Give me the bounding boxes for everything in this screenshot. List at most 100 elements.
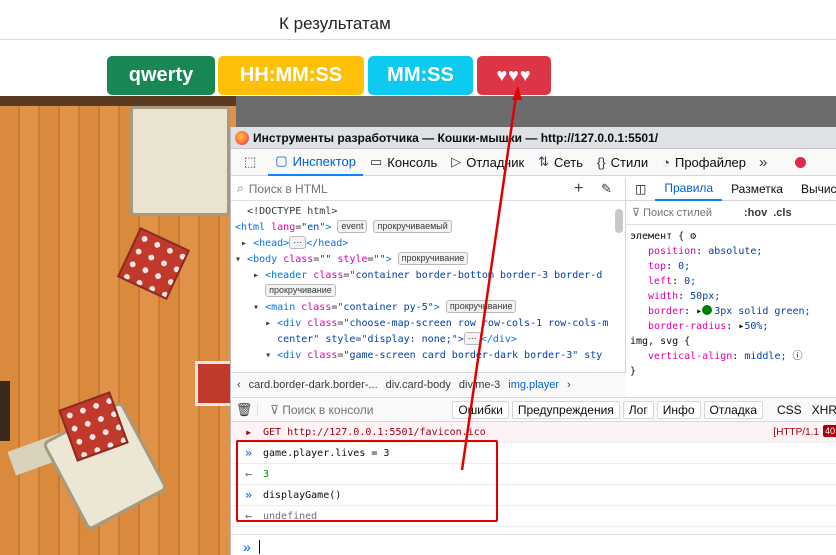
breadcrumb-item[interactable]: div.card-body: [386, 379, 451, 391]
tab-computed[interactable]: Вычис: [792, 177, 836, 201]
filter-xhr-button[interactable]: XHR: [812, 403, 836, 417]
decl-vertical-align[interactable]: vertical-align: middle; ⓘ: [630, 349, 836, 364]
http-status[interactable]: [HTTP/1.1: [773, 427, 819, 438]
body-scroll-badge[interactable]: прокручивание: [397, 252, 469, 265]
breadcrumb-forward-icon[interactable]: ›: [567, 379, 571, 391]
decl-prop: border-radius: [648, 321, 727, 332]
decl-val: 0;: [684, 276, 697, 287]
decl-prop: border: [648, 306, 685, 317]
back-to-results-link[interactable]: К результатам: [279, 14, 391, 34]
decl-left[interactable]: left: 0;: [630, 274, 836, 289]
div1-continued: center" style="display: none;">: [277, 334, 464, 345]
tab-styles[interactable]: {} Стили: [590, 149, 655, 176]
tree-line-div1[interactable]: ▸ <div class="choose-map-screen row row-…: [235, 316, 625, 332]
error-count-icon[interactable]: [795, 156, 807, 168]
main-scroll-badge[interactable]: прокручивание: [445, 300, 517, 313]
filter-warnings-button[interactable]: Предупреждения: [511, 400, 620, 419]
breadcrumb-item-selected[interactable]: img.player: [508, 379, 559, 391]
trash-icon[interactable]: 🗑: [231, 402, 257, 418]
div1-class-value: choose-map-screen row row-cols-1 row-col…: [349, 318, 609, 329]
short-timer-badge: MM:SS: [368, 56, 473, 95]
tab-network[interactable]: ⇅ Сеть: [531, 149, 590, 176]
decl-width[interactable]: width: 50px;: [630, 289, 836, 304]
doorway: [0, 381, 10, 441]
tree-line-body[interactable]: ▾ <body class="" style=""> прокручивание: [235, 252, 625, 268]
add-node-icon[interactable]: +: [574, 180, 583, 198]
breadcrumb-back-icon[interactable]: ‹: [237, 379, 241, 391]
tree-line-head[interactable]: ▸ <head> ⋯ </head>: [235, 236, 625, 252]
styles-icon: {}: [596, 154, 606, 170]
more-tabs-icon[interactable]: »: [753, 154, 773, 171]
tab-styles-label: Стили: [610, 154, 649, 170]
tree-line-div2[interactable]: ▾ <div class="game-screen card border-da…: [235, 348, 625, 364]
console-input[interactable]: »: [231, 534, 836, 555]
filter-debug-button[interactable]: Отладка: [703, 400, 763, 419]
decl-border[interactable]: border: ▸ 3px solid green;: [630, 304, 836, 319]
info-icon[interactable]: ⓘ: [793, 351, 803, 362]
tree-scrollbar[interactable]: [615, 209, 623, 233]
filter-info-button[interactable]: Инфо: [656, 400, 701, 419]
rule-close-brace: }: [630, 366, 637, 377]
tab-profiler-label: Профайлер: [674, 154, 747, 170]
profiler-icon: ◔: [662, 154, 670, 170]
div1-ellipsis[interactable]: ⋯: [463, 332, 481, 345]
event-badge[interactable]: event: [337, 220, 368, 233]
filter-css-button[interactable]: CSS: [777, 403, 802, 417]
decl-position[interactable]: position: absolute;: [630, 244, 836, 259]
header-scroll-badge[interactable]: прокручивание: [265, 284, 336, 297]
console-filter-input[interactable]: ⊽ Поиск в консоли: [257, 402, 449, 417]
pick-element-button[interactable]: ⬚: [237, 149, 268, 176]
tree-line-div1-cont[interactable]: center" style="display: none;"> ⋯ </div>: [235, 332, 625, 348]
tab-network-label: Сеть: [554, 154, 583, 170]
html-search-input[interactable]: Поиск в HTML: [249, 182, 328, 196]
timer-badge: HH:MM:SS: [218, 56, 364, 95]
tree-line-main[interactable]: ▾ <main class="container py-5"> прокручи…: [235, 300, 625, 316]
tab-rules[interactable]: Правила: [655, 177, 723, 201]
prompt-icon: »: [243, 538, 251, 555]
tree-line-header[interactable]: ▸ <header class="container border-bottom…: [235, 268, 625, 284]
styles-filter-bar: ⊽ Поиск стилей :hov .cls: [626, 201, 836, 225]
tree-line-doctype[interactable]: <!DOCTYPE html>: [235, 204, 625, 220]
styles-filter-input[interactable]: Поиск стилей: [643, 207, 712, 219]
decl-val: 0;: [678, 261, 691, 272]
filter-errors-button[interactable]: Ошибки: [452, 400, 509, 419]
page: К результатам qwerty HH:MM:SS MM:SS ♥♥♥ …: [0, 0, 836, 555]
network-icon: ⇅: [538, 154, 550, 169]
main-class-value: container py-5: [343, 302, 428, 313]
breadcrumb-item[interactable]: div.me-3: [459, 379, 500, 391]
devtools-titlebar: Инструменты разработчика — Кошки-мышки —…: [231, 127, 836, 149]
decl-val: 50%;: [744, 321, 769, 332]
eyedropper-icon[interactable]: ✎: [601, 181, 612, 197]
filter-log-button[interactable]: Лог: [622, 400, 654, 419]
decl-prop: left: [648, 276, 673, 287]
element-selector-text: элемент {: [630, 231, 685, 242]
tab-layout[interactable]: Разметка: [722, 177, 792, 201]
console-toolbar: 🗑 ⊽ Поиск в консоли Ошибки Предупреждени…: [231, 398, 836, 422]
tab-console-label: Консоль: [387, 154, 438, 170]
tab-profiler[interactable]: ◔ Профайлер: [655, 149, 753, 176]
breadcrumb-item[interactable]: card.border-dark.border-...: [249, 379, 378, 391]
head-ellipsis[interactable]: ⋯: [289, 236, 307, 249]
img-svg-rule-selector: img, svg {: [630, 334, 836, 349]
rule-settings-icon[interactable]: ⚙: [690, 231, 696, 242]
tree-line-html[interactable]: <html lang="en"> event прокручиваемый: [235, 220, 625, 236]
tab-debugger[interactable]: ▷ Отладчик: [444, 149, 531, 176]
tab-console[interactable]: ▭ Консоль: [363, 149, 444, 176]
search-icon: ⌕: [237, 181, 244, 195]
tree-line-header-badge[interactable]: прокручивание: [235, 284, 625, 300]
cls-toggle[interactable]: .cls: [773, 207, 791, 219]
devtools-window-title: Инструменты разработчика — Кошки-мышки —…: [253, 130, 659, 145]
color-swatch-icon[interactable]: [702, 305, 713, 315]
tab-inspector[interactable]: ▢ Инспектор: [268, 149, 363, 176]
inspector-icon: ▢: [275, 153, 288, 168]
hov-toggle[interactable]: :hov: [744, 207, 767, 219]
decl-border-radius[interactable]: border-radius: ▸50%;: [630, 319, 836, 334]
toggle-panel-icon[interactable]: ◫: [626, 177, 655, 201]
header-class-value: container border-bottom border-3 border-…: [355, 270, 603, 281]
pillow-top: [116, 226, 191, 301]
player-name-badge: qwerty: [107, 56, 215, 95]
decl-top[interactable]: top: 0;: [630, 259, 836, 274]
expand-icon[interactable]: ▸: [245, 425, 263, 439]
decl-prop: vertical-align: [648, 351, 733, 362]
scroll-badge[interactable]: прокручиваемый: [373, 220, 452, 233]
